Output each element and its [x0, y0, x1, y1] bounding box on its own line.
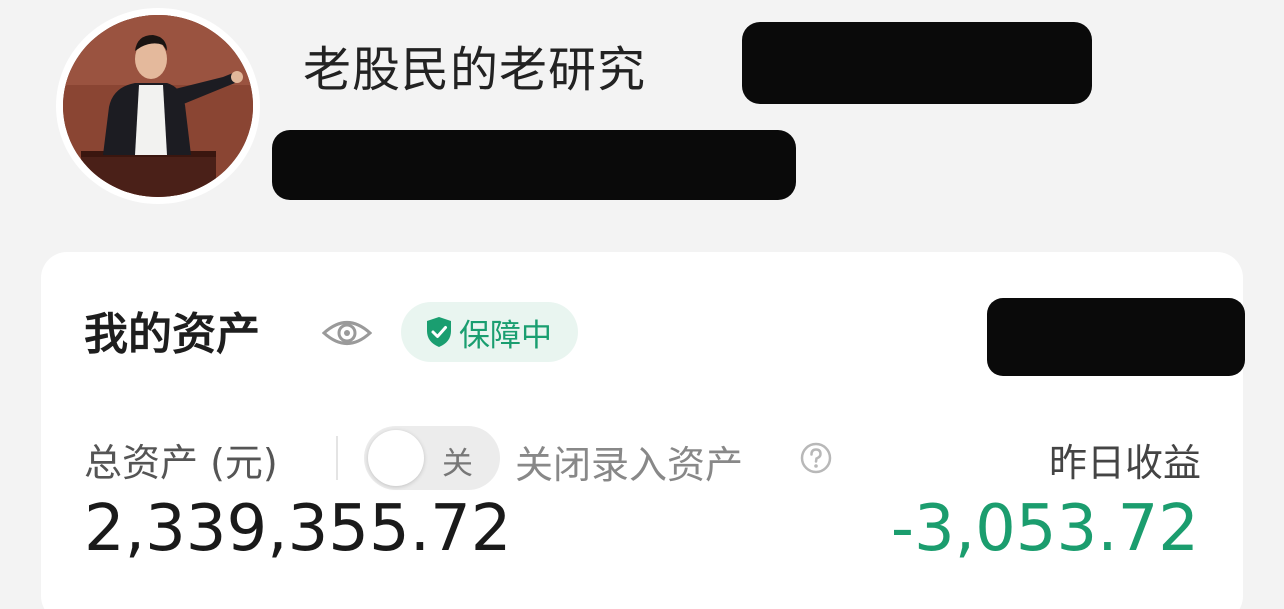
avatar[interactable] — [56, 8, 260, 204]
toggle-knob — [368, 430, 424, 486]
asset-entry-toggle[interactable]: 关 — [364, 426, 500, 490]
divider — [336, 436, 338, 480]
total-assets-label: 总资产 (元) — [84, 441, 278, 485]
yesterday-earnings-label: 昨日收益 — [1048, 441, 1201, 485]
close-entry-label: 关闭录入资产 — [515, 443, 744, 487]
redacted-block — [987, 298, 1245, 376]
yesterday-earnings-value: -3,053.72 — [890, 492, 1199, 566]
total-assets-value: 2,339,355.72 — [84, 492, 512, 566]
toggle-state-label: 关 — [442, 446, 473, 482]
assets-card: 我的资产 保障中 总资产 (元) 关 关闭录入资产 昨日收益 2,339,355… — [41, 252, 1245, 609]
redacted-block — [742, 22, 1092, 104]
redacted-block — [272, 130, 796, 200]
shield-check-icon — [427, 317, 451, 347]
protection-badge[interactable]: 保障中 — [401, 302, 578, 362]
protection-badge-label: 保障中 — [459, 317, 552, 354]
page: 老股民的老研究 我的资产 保障中 总资产 (元) 关 关闭录入资产 昨日收益 2… — [0, 0, 1284, 609]
username: 老股民的老研究 — [303, 42, 647, 98]
question-circle-icon[interactable] — [799, 441, 833, 475]
assets-title: 我的资产 — [84, 309, 260, 360]
eye-icon[interactable] — [322, 318, 372, 348]
avatar-photo — [63, 15, 253, 197]
